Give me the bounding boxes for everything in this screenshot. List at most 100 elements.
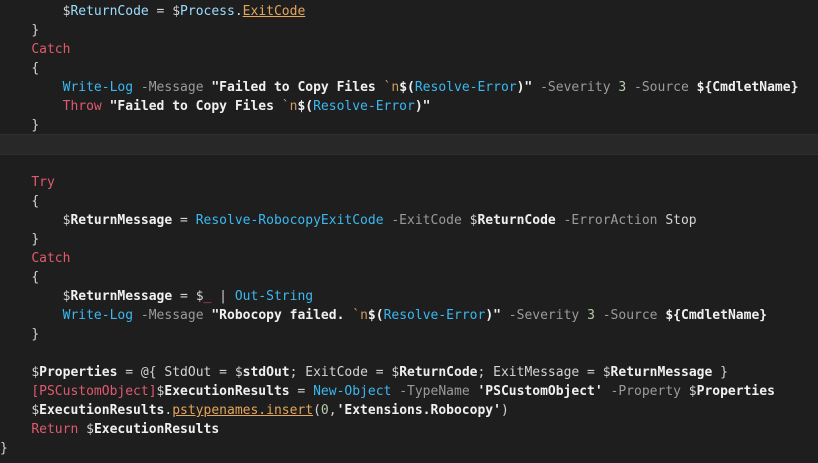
code-token: ExecutionResults <box>39 403 165 418</box>
code-token: Catch <box>31 251 71 266</box>
code-token: . <box>234 4 243 19</box>
code-line[interactable]: { <box>0 268 818 287</box>
code-line[interactable]: Catch <box>0 249 818 268</box>
code-token: $ <box>86 422 94 437</box>
code-token: $ <box>172 4 181 19</box>
code-line[interactable]: } <box>0 230 818 249</box>
code-token: -Property <box>602 384 689 399</box>
code-token: Resolve-RobocopyExitCode <box>195 213 384 228</box>
code-line[interactable]: [PSCustomObject] $ ExecutionResults = New-… <box>0 382 818 401</box>
code-token: ReturnMessage <box>70 213 173 228</box>
code-token: )" <box>485 308 501 323</box>
code-line[interactable]: Try <box>0 173 818 192</box>
code-token: -Message <box>133 80 212 95</box>
code-line[interactable]: } <box>0 325 818 344</box>
code-token: } <box>31 232 40 247</box>
code-line[interactable]: $ReturnMessage = Resolve-RobocopyExitCod… <box>0 211 818 230</box>
code-token: = <box>148 4 173 19</box>
code-token: Properties <box>39 365 118 380</box>
code-token: $ <box>195 289 204 304</box>
code-token: = <box>117 365 141 380</box>
code-token: ReturnMessage <box>610 365 713 380</box>
code-editor[interactable]: $ReturnCode = $Process.ExitCode } Catch … <box>0 0 818 463</box>
code-token: ReturnCode <box>399 365 478 380</box>
code-token: $ <box>234 365 243 380</box>
code-token: -Severity <box>500 308 588 323</box>
code-token: CmdletName <box>681 308 760 323</box>
code-token: Out-String <box>234 289 314 304</box>
code-token: $( <box>399 80 415 95</box>
code-line[interactable]: } <box>0 21 818 40</box>
code-token: ) <box>500 403 509 418</box>
code-line[interactable]: $Properties = @{ StdOut = $stdOut; ExitC… <box>0 363 818 382</box>
code-token: Resolve-Error <box>313 99 415 114</box>
code-token: ReturnCode <box>70 4 149 19</box>
code-token: -Severity <box>532 80 619 95</box>
code-line[interactable]: Return $ExecutionResults <box>0 420 818 439</box>
code-token: = <box>289 384 314 399</box>
code-token: ReturnMessage <box>70 289 173 304</box>
code-token: Resolve-Error <box>414 80 517 95</box>
code-line[interactable] <box>0 154 818 173</box>
code-token: ExecutionResults <box>164 384 290 399</box>
code-token: $ <box>31 365 40 380</box>
code-token: 'Extensions.Robocopy' <box>336 403 501 418</box>
code-token: Resolve-Error <box>383 308 486 323</box>
code-line[interactable]: Write-Log -Message "Robocopy failed. `n$… <box>0 306 818 325</box>
code-token: -Message <box>133 308 212 323</box>
code-line[interactable]: { <box>0 192 818 211</box>
code-token: ExitCode <box>242 4 306 19</box>
code-line[interactable]: Catch <box>0 40 818 59</box>
code-token: "Failed to Copy Files <box>211 80 384 95</box>
code-token: Properties <box>696 384 775 399</box>
code-token: { <box>31 194 40 209</box>
code-token: "Failed to Copy Files <box>109 99 282 114</box>
code-token: } <box>759 308 768 323</box>
code-token: | <box>211 289 235 304</box>
code-token: )" <box>516 80 533 95</box>
code-token: ; ExitCode = <box>289 365 392 380</box>
code-line[interactable]: } <box>0 439 818 458</box>
code-line[interactable] <box>0 134 818 155</box>
code-line[interactable]: { <box>0 59 818 78</box>
code-token: [PSCustomObject] <box>31 384 157 399</box>
code-line[interactable]: $ExecutionResults.pstypenames.insert(0,'… <box>0 401 818 420</box>
code-token: = <box>172 289 196 304</box>
code-token: CmdletName <box>712 80 791 95</box>
code-token: ${ <box>696 80 713 95</box>
code-line[interactable]: } <box>0 116 818 135</box>
code-line[interactable]: $ReturnCode = $Process.ExitCode <box>0 2 818 21</box>
code-token: `n <box>281 99 298 114</box>
code-line[interactable]: Throw "Failed to Copy Files `n$(Resolve-… <box>0 97 818 116</box>
code-line[interactable]: $ReturnMessage = $_ | Out-String <box>0 287 818 306</box>
code-token: 'PSCustomObject' <box>477 384 603 399</box>
code-line[interactable] <box>0 344 818 363</box>
code-token: Write-Log <box>62 80 134 95</box>
code-token: } <box>0 441 8 456</box>
code-line[interactable]: Write-Log -Message "Failed to Copy Files… <box>0 78 818 97</box>
code-token: -TypeName <box>391 384 478 399</box>
code-token: { <box>31 270 40 285</box>
code-token: stdOut <box>242 365 290 380</box>
code-token: $( <box>367 308 384 323</box>
code-token: `n <box>352 308 368 323</box>
code-token: `n <box>383 80 400 95</box>
code-token: "Robocopy failed. <box>211 308 353 323</box>
code-token: , <box>328 403 337 418</box>
code-token: } <box>31 327 40 342</box>
